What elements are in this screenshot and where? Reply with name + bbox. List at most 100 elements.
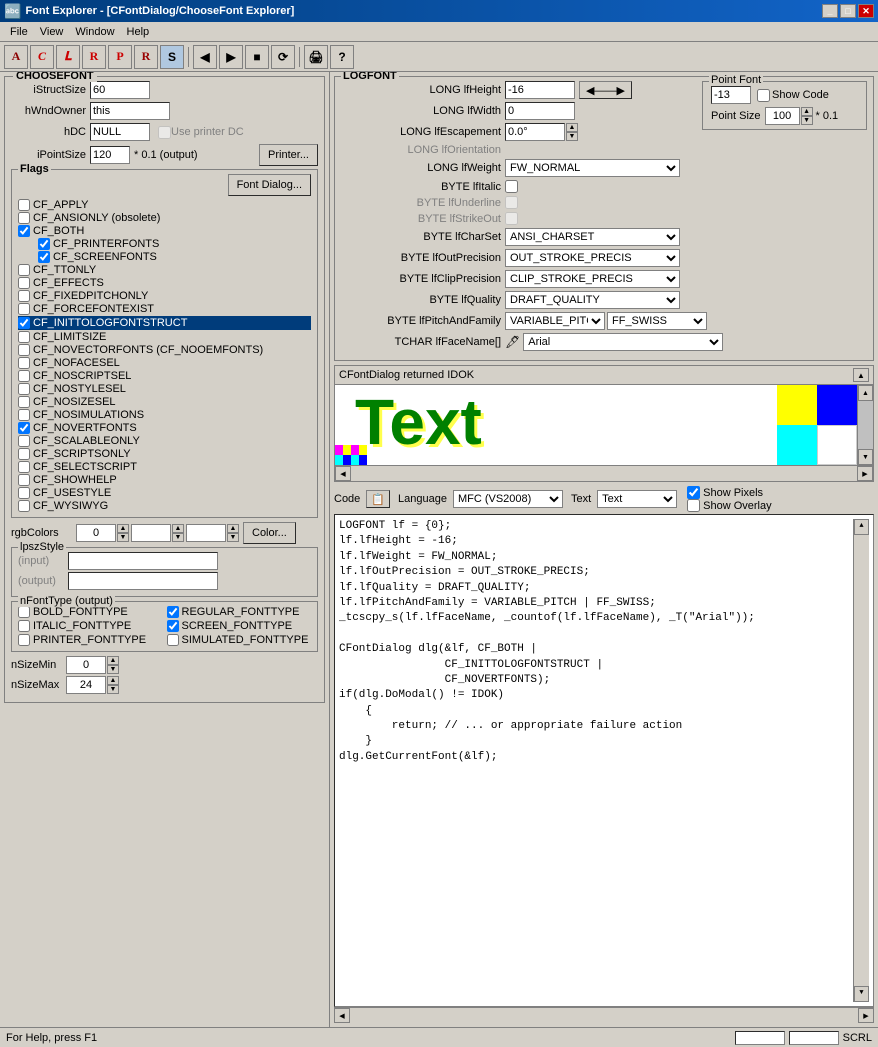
flag-cf-both-check[interactable] <box>18 225 30 237</box>
lf-escape-input[interactable] <box>505 123 565 141</box>
maximize-btn[interactable]: □ <box>840 4 856 18</box>
rgb-up2[interactable]: ▲ <box>172 524 184 533</box>
language-select[interactable]: MFC (VS2008) <box>453 490 563 508</box>
text-select[interactable]: Text <box>597 490 677 508</box>
flag-cf-ttonly-check[interactable] <box>18 264 30 276</box>
toolbar-btn-c[interactable]: C <box>30 45 54 69</box>
nft-italic-check[interactable] <box>18 620 30 632</box>
lf-italic-check[interactable] <box>505 180 518 193</box>
rgb-up1[interactable]: ▲ <box>117 524 129 533</box>
hdc-input[interactable] <box>90 123 150 141</box>
nft-screen-check[interactable] <box>167 620 179 632</box>
flag-cf-initto-check[interactable] <box>18 317 30 329</box>
printer-btn[interactable]: Printer... <box>259 144 318 166</box>
menu-file[interactable]: File <box>4 24 34 40</box>
nsize-max-down[interactable]: ▼ <box>107 685 119 694</box>
lf-clipprec-select[interactable]: CLIP_STROKE_PRECIS <box>505 270 680 288</box>
flag-cf-forcefont-check[interactable] <box>18 303 30 315</box>
toolbar-btn-r[interactable]: R <box>82 45 106 69</box>
preview-scroll-btn-up[interactable]: ▲ <box>858 385 873 401</box>
lf-quality-select[interactable]: DRAFT_QUALITY <box>505 291 680 309</box>
flag-cf-nostylesel-check[interactable] <box>18 383 30 395</box>
flag-cf-apply-check[interactable] <box>18 199 30 211</box>
flag-cf-usestyle-check[interactable] <box>18 487 30 499</box>
preview-scroll-up[interactable]: ▲ <box>853 368 869 382</box>
flag-cf-nosizesel-check[interactable] <box>18 396 30 408</box>
code-scroll-down[interactable]: ▼ <box>854 986 869 1002</box>
rgb-down2[interactable]: ▼ <box>172 533 184 542</box>
point-size-input[interactable] <box>765 107 800 125</box>
nsize-min-input[interactable] <box>66 656 106 674</box>
lf-strikeout-check[interactable] <box>505 212 518 225</box>
lf-width-input[interactable] <box>505 102 575 120</box>
code-scroll-up[interactable]: ▲ <box>854 519 869 535</box>
point-size-down[interactable]: ▼ <box>801 116 813 125</box>
code-hscroll-right[interactable]: ▶ <box>858 1008 874 1023</box>
close-btn[interactable]: ✕ <box>858 4 874 18</box>
point-font-input[interactable] <box>711 86 751 104</box>
rgb-up3[interactable]: ▲ <box>227 524 239 533</box>
preview-hscroll-right[interactable]: ▶ <box>857 466 873 481</box>
toolbar-btn-p[interactable]: P <box>108 45 132 69</box>
lf-underline-check[interactable] <box>505 196 518 209</box>
lf-facename-select[interactable]: Arial <box>523 333 723 351</box>
rgb-input3[interactable] <box>186 524 226 542</box>
rgb-input1[interactable] <box>76 524 116 542</box>
point-size-up[interactable]: ▲ <box>801 107 813 116</box>
minimize-btn[interactable]: _ <box>822 4 838 18</box>
menu-view[interactable]: View <box>34 24 70 40</box>
flag-cf-selectscript-check[interactable] <box>18 461 30 473</box>
show-pixels-check[interactable] <box>687 486 700 499</box>
nsize-max-input[interactable] <box>66 676 106 694</box>
lf-charset-select[interactable]: ANSI_CHARSET <box>505 228 680 246</box>
flag-cf-fixedpitch-check[interactable] <box>18 290 30 302</box>
flag-cf-novector-check[interactable] <box>18 344 30 356</box>
flag-cf-wysiwyg-check[interactable] <box>18 500 30 512</box>
code-area[interactable]: LOGFONT lf = {0}; lf.lfHeight = -16; lf.… <box>334 514 874 1007</box>
lf-height-input[interactable] <box>505 81 575 99</box>
lf-height-arrow[interactable]: ◀——▶ <box>579 81 632 99</box>
ipoint-input[interactable] <box>90 146 130 164</box>
preview-scroll-btn-down[interactable]: ▼ <box>858 449 873 465</box>
nft-printer-check[interactable] <box>18 634 30 646</box>
code-copy-btn[interactable]: 📋 <box>366 490 390 508</box>
flag-cf-novertfonts-check[interactable] <box>18 422 30 434</box>
nsize-min-down[interactable]: ▼ <box>107 665 119 674</box>
flag-cf-scripts-check[interactable] <box>18 448 30 460</box>
menu-help[interactable]: Help <box>121 24 156 40</box>
menu-window[interactable]: Window <box>69 24 120 40</box>
font-dialog-btn[interactable]: Font Dialog... <box>228 174 311 196</box>
toolbar-btn-prev[interactable]: ◀ <box>193 45 217 69</box>
nft-simulated-check[interactable] <box>167 634 179 646</box>
status-input2[interactable] <box>789 1031 839 1045</box>
flag-cf-noscriptsel-check[interactable] <box>18 370 30 382</box>
show-overlay-check[interactable] <box>687 499 700 512</box>
toolbar-btn-refresh[interactable]: ⟳ <box>271 45 295 69</box>
rgb-down1[interactable]: ▼ <box>117 533 129 542</box>
nsize-min-up[interactable]: ▲ <box>107 656 119 665</box>
toolbar-btn-r2[interactable]: R <box>134 45 158 69</box>
flag-cf-ansionly-check[interactable] <box>18 212 30 224</box>
toolbar-btn-help[interactable]: ? <box>330 45 354 69</box>
lpsz-output-field[interactable] <box>68 572 218 590</box>
lf-escape-up[interactable]: ▲ <box>566 123 578 132</box>
flag-cf-printerfonts-check[interactable] <box>38 238 50 250</box>
printer-dc-checkbox[interactable] <box>158 126 171 139</box>
toolbar-btn-l[interactable]: 𝐋 <box>56 45 80 69</box>
lpsz-input-field[interactable] <box>68 552 218 570</box>
flag-cf-showhelp-check[interactable] <box>18 474 30 486</box>
flag-cf-nofacesel-check[interactable] <box>18 357 30 369</box>
status-input1[interactable] <box>735 1031 785 1045</box>
istruct-input[interactable] <box>90 81 150 99</box>
nsize-max-up[interactable]: ▲ <box>107 676 119 685</box>
nft-bold-check[interactable] <box>18 606 30 618</box>
flag-cf-effects-check[interactable] <box>18 277 30 289</box>
flag-cf-nosimulations-check[interactable] <box>18 409 30 421</box>
flag-cf-screenfonts-check[interactable] <box>38 251 50 263</box>
nft-regular-check[interactable] <box>167 606 179 618</box>
lf-pitch-select2[interactable]: FF_SWISS <box>607 312 707 330</box>
lf-escape-down[interactable]: ▼ <box>566 132 578 141</box>
flag-cf-scalable-check[interactable] <box>18 435 30 447</box>
toolbar-btn-print[interactable]: 🖨 <box>304 45 328 69</box>
toolbar-btn-stop[interactable]: ■ <box>245 45 269 69</box>
